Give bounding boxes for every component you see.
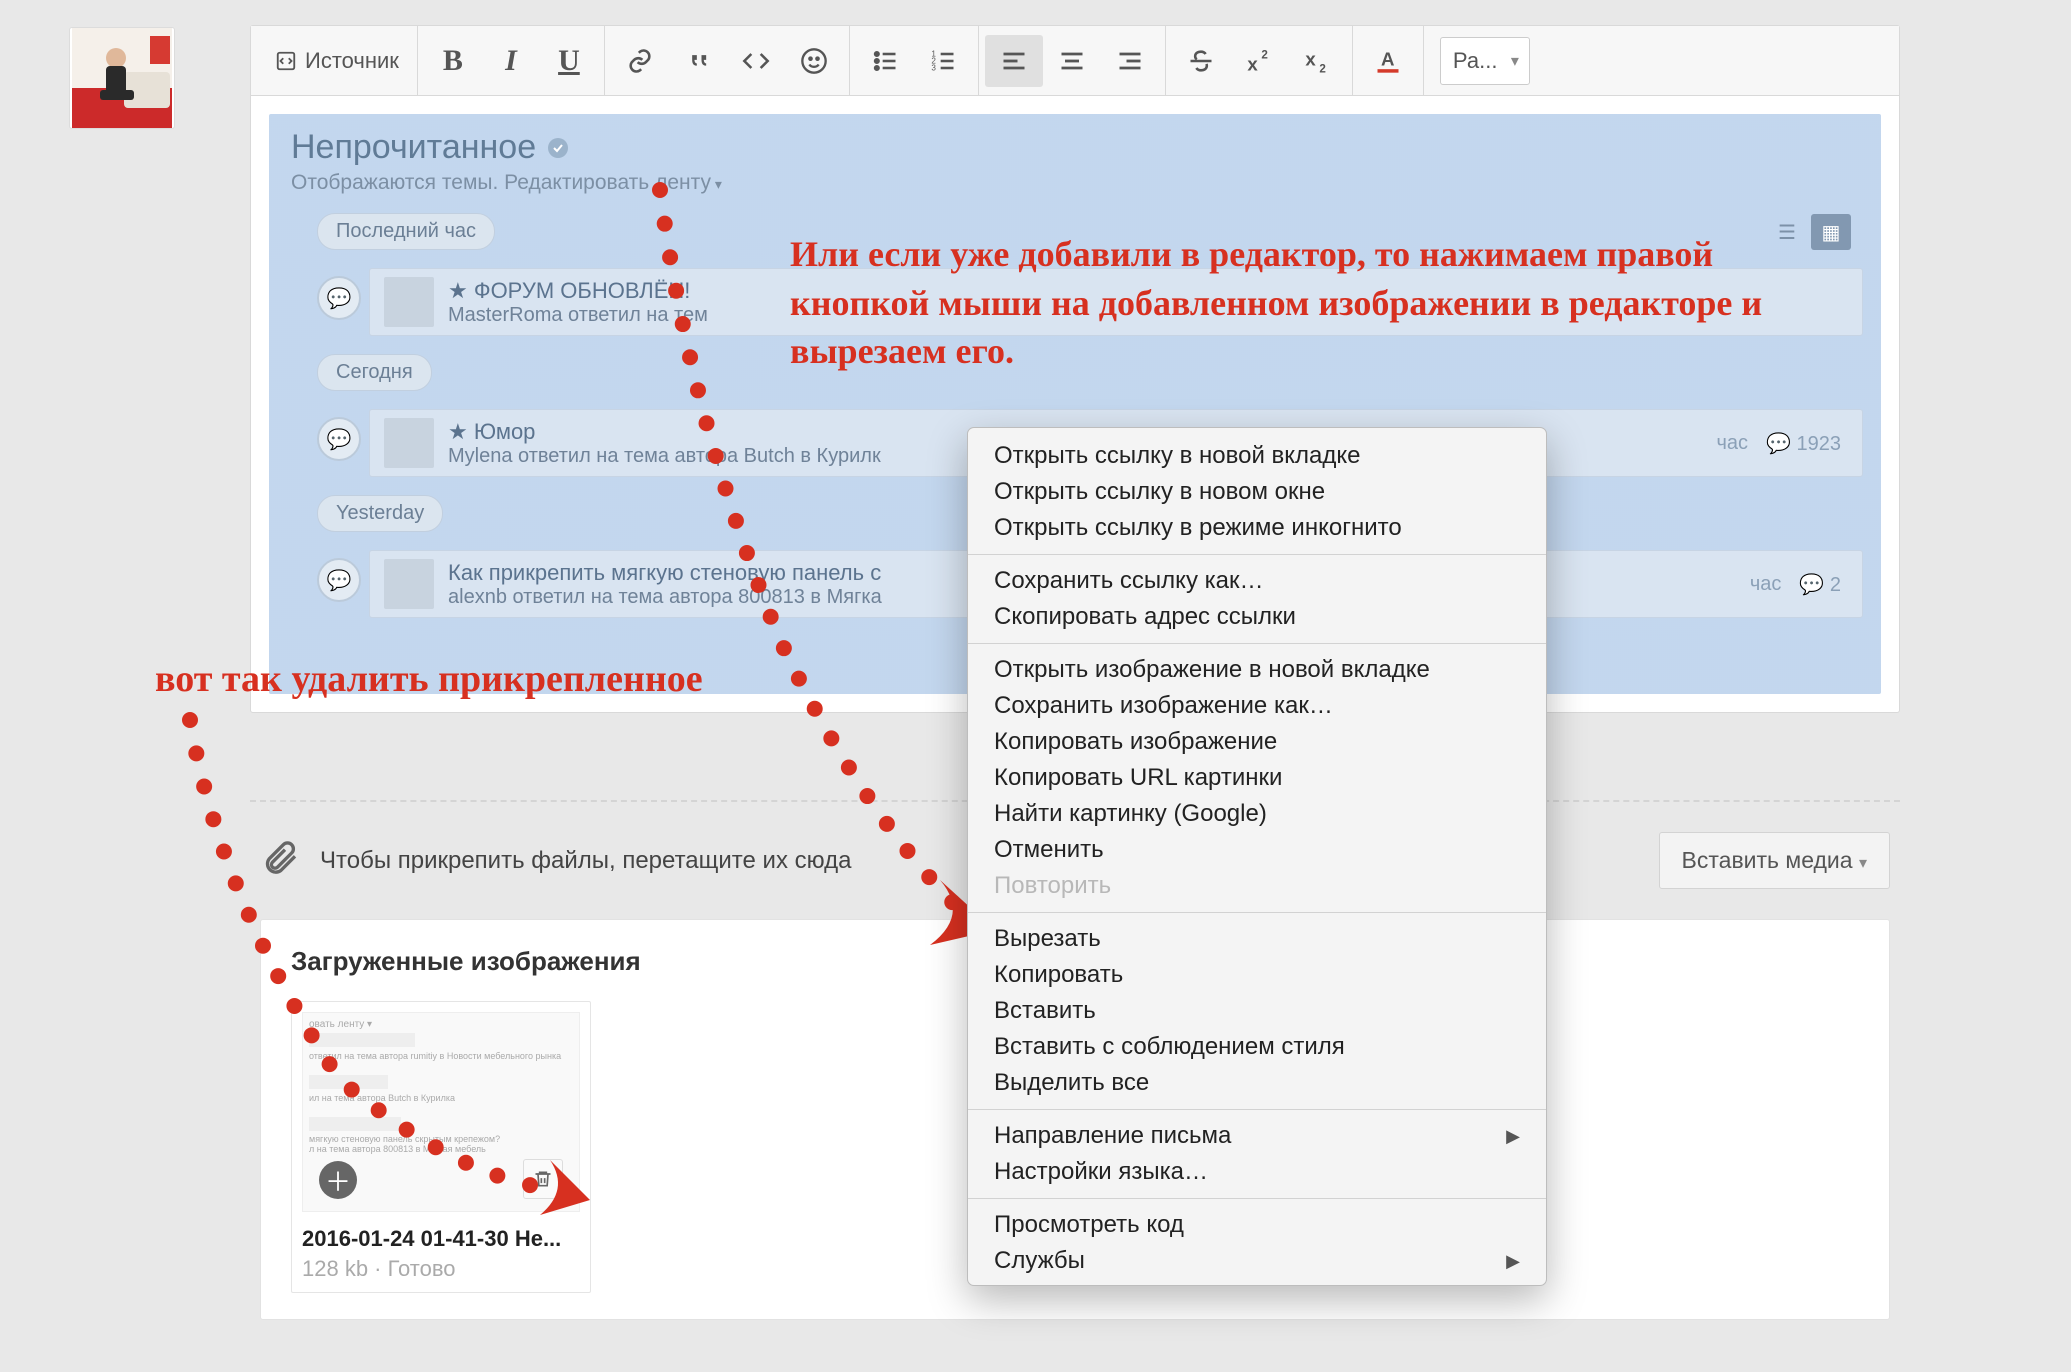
align-left-button[interactable] bbox=[985, 35, 1043, 87]
timeline-today: Сегодня bbox=[317, 354, 432, 391]
svg-text:2: 2 bbox=[1319, 62, 1326, 74]
cm-paste[interactable]: Вставить bbox=[968, 993, 1546, 1029]
cm-services[interactable]: Службы▶ bbox=[968, 1243, 1546, 1279]
font-size-label: Ра... bbox=[1453, 48, 1498, 74]
thumbnail-delete-button[interactable] bbox=[523, 1159, 563, 1199]
cm-search-image-google[interactable]: Найти картинку (Google) bbox=[968, 796, 1546, 832]
strikethrough-button[interactable] bbox=[1172, 35, 1230, 87]
cm-open-new-window[interactable]: Открыть ссылку в новом окне bbox=[968, 474, 1546, 510]
timeline-yesterday: Yesterday bbox=[317, 495, 443, 532]
annotation-rightclick-hint: Или если уже добавили в редактор, то наж… bbox=[790, 230, 1850, 376]
svg-text:A: A bbox=[1381, 48, 1394, 69]
thumbnail-preview: овать ленту ▾ ответил на тема автора rum… bbox=[302, 1012, 580, 1212]
avatar bbox=[70, 28, 174, 128]
upload-thumbnail: овать ленту ▾ ответил на тема автора rum… bbox=[291, 1001, 591, 1293]
cm-redo: Повторить bbox=[968, 868, 1546, 904]
cm-undo[interactable]: Отменить bbox=[968, 832, 1546, 868]
cm-cut[interactable]: Вырезать bbox=[968, 921, 1546, 957]
font-size-select[interactable]: Ра... bbox=[1440, 37, 1530, 85]
cm-save-link-as[interactable]: Сохранить ссылку как… bbox=[968, 563, 1546, 599]
svg-text:x: x bbox=[1305, 48, 1316, 69]
text-color-button[interactable]: A bbox=[1359, 35, 1417, 87]
cm-inspect[interactable]: Просмотреть код bbox=[968, 1207, 1546, 1243]
cm-paste-style[interactable]: Вставить с соблюдением стиля bbox=[968, 1029, 1546, 1065]
annotation-delete-hint: вот так удалить прикрепленное bbox=[155, 654, 703, 705]
forum-title: Непрочитанное bbox=[291, 128, 1859, 167]
cm-open-image-tab[interactable]: Открыть изображение в новой вкладке bbox=[968, 652, 1546, 688]
editor-toolbar: Источник B I U bbox=[251, 26, 1899, 96]
cm-copy-link-address[interactable]: Скопировать адрес ссылки bbox=[968, 599, 1546, 635]
thumbnail-insert-button[interactable]: ＋ bbox=[319, 1161, 357, 1199]
quote-button[interactable] bbox=[669, 35, 727, 87]
bold-button[interactable]: B bbox=[424, 35, 482, 87]
cm-copy-image[interactable]: Копировать изображение bbox=[968, 724, 1546, 760]
link-button[interactable] bbox=[611, 35, 669, 87]
thumbnail-filename: 2016-01-24 01-41-30 Не... bbox=[302, 1226, 580, 1252]
align-right-button[interactable] bbox=[1101, 35, 1159, 87]
forum-subtitle: Отображаются темы. Редактировать ленту bbox=[291, 171, 1859, 195]
svg-text:3: 3 bbox=[931, 63, 936, 72]
insert-media-button[interactable]: Вставить медиа bbox=[1659, 832, 1890, 889]
numbered-list-button[interactable]: 123 bbox=[914, 35, 972, 87]
code-button[interactable] bbox=[727, 35, 785, 87]
svg-text:x: x bbox=[1247, 53, 1258, 74]
paperclip-icon bbox=[260, 838, 300, 884]
superscript-button[interactable]: x2 bbox=[1230, 35, 1288, 87]
svg-text:2: 2 bbox=[1261, 48, 1268, 61]
timeline-last-hour: Последний час bbox=[317, 213, 495, 250]
align-center-button[interactable] bbox=[1043, 35, 1101, 87]
cm-open-new-tab[interactable]: Открыть ссылку в новой вкладке bbox=[968, 438, 1546, 474]
subscript-button[interactable]: x2 bbox=[1288, 35, 1346, 87]
thumbnail-status: 128 kb · Готово bbox=[302, 1256, 580, 1282]
cm-copy[interactable]: Копировать bbox=[968, 957, 1546, 993]
cm-save-image-as[interactable]: Сохранить изображение как… bbox=[968, 688, 1546, 724]
underline-button[interactable]: U bbox=[540, 35, 598, 87]
drag-files-label: Чтобы прикрепить файлы, перетащите их сю… bbox=[320, 847, 851, 875]
bullet-list-button[interactable] bbox=[856, 35, 914, 87]
source-button[interactable]: Источник bbox=[263, 35, 411, 87]
cm-open-incognito[interactable]: Открыть ссылку в режиме инкогнито bbox=[968, 510, 1546, 546]
context-menu: Открыть ссылку в новой вкладке Открыть с… bbox=[967, 427, 1547, 1286]
italic-button[interactable]: I bbox=[482, 35, 540, 87]
cm-text-direction[interactable]: Направление письма▶ bbox=[968, 1118, 1546, 1154]
cm-select-all[interactable]: Выделить все bbox=[968, 1065, 1546, 1101]
cm-language-settings[interactable]: Настройки языка… bbox=[968, 1154, 1546, 1190]
source-label: Источник bbox=[305, 48, 399, 74]
emoji-button[interactable] bbox=[785, 35, 843, 87]
cm-copy-image-url[interactable]: Копировать URL картинки bbox=[968, 760, 1546, 796]
